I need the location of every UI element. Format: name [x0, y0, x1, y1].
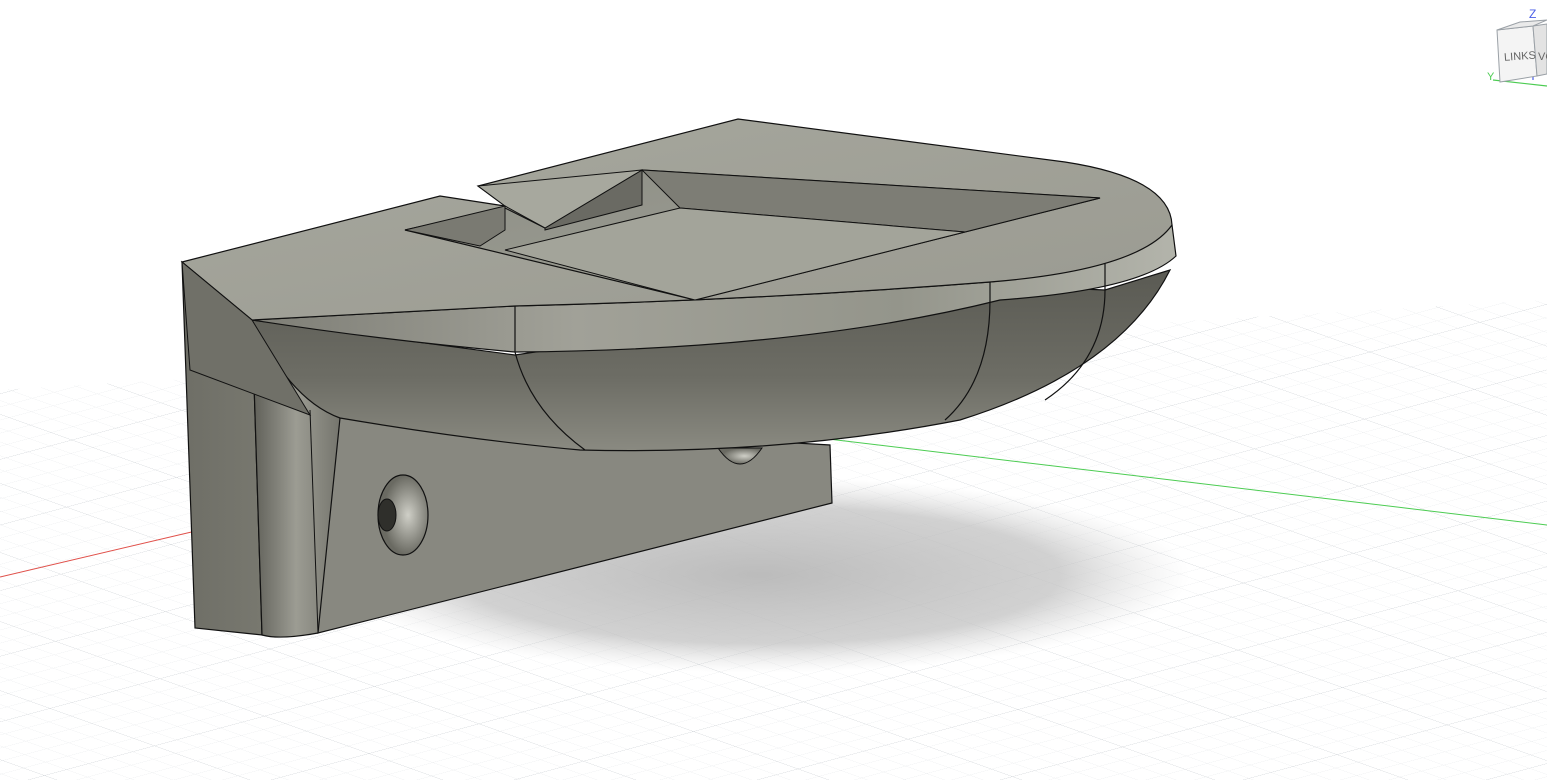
viewcube-face-left[interactable]: LINKS	[1504, 50, 1537, 64]
mounting-hole-left-inner	[377, 498, 397, 532]
axis-z-label: Z	[1529, 7, 1536, 21]
viewcube-face-front[interactable]: VO	[1538, 51, 1547, 63]
axis-y-label: Y	[1487, 71, 1495, 83]
viewcube-icon[interactable]: LINKS VO Z Y	[1487, 7, 1547, 87]
3d-viewport[interactable]: LINKS VO Z Y	[0, 0, 1547, 780]
